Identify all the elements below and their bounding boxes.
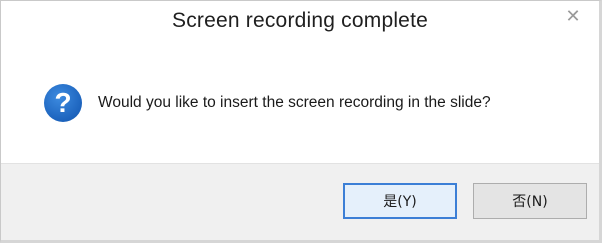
dialog-content: ? Would you like to insert the screen re… (1, 45, 599, 163)
button-bar: 是(Y) 否(N) (1, 163, 599, 240)
question-icon: ? (44, 84, 82, 122)
yes-button[interactable]: 是(Y) (343, 183, 457, 219)
dialog-window: Screen recording complete ✕ ? Would you … (0, 0, 602, 243)
no-button[interactable]: 否(N) (473, 183, 587, 219)
dialog-title: Screen recording complete (172, 9, 428, 32)
close-icon: ✕ (565, 6, 581, 27)
close-button[interactable]: ✕ (555, 3, 591, 31)
title-bar: Screen recording complete ✕ (1, 1, 599, 45)
dialog-message: Would you like to insert the screen reco… (98, 94, 491, 111)
